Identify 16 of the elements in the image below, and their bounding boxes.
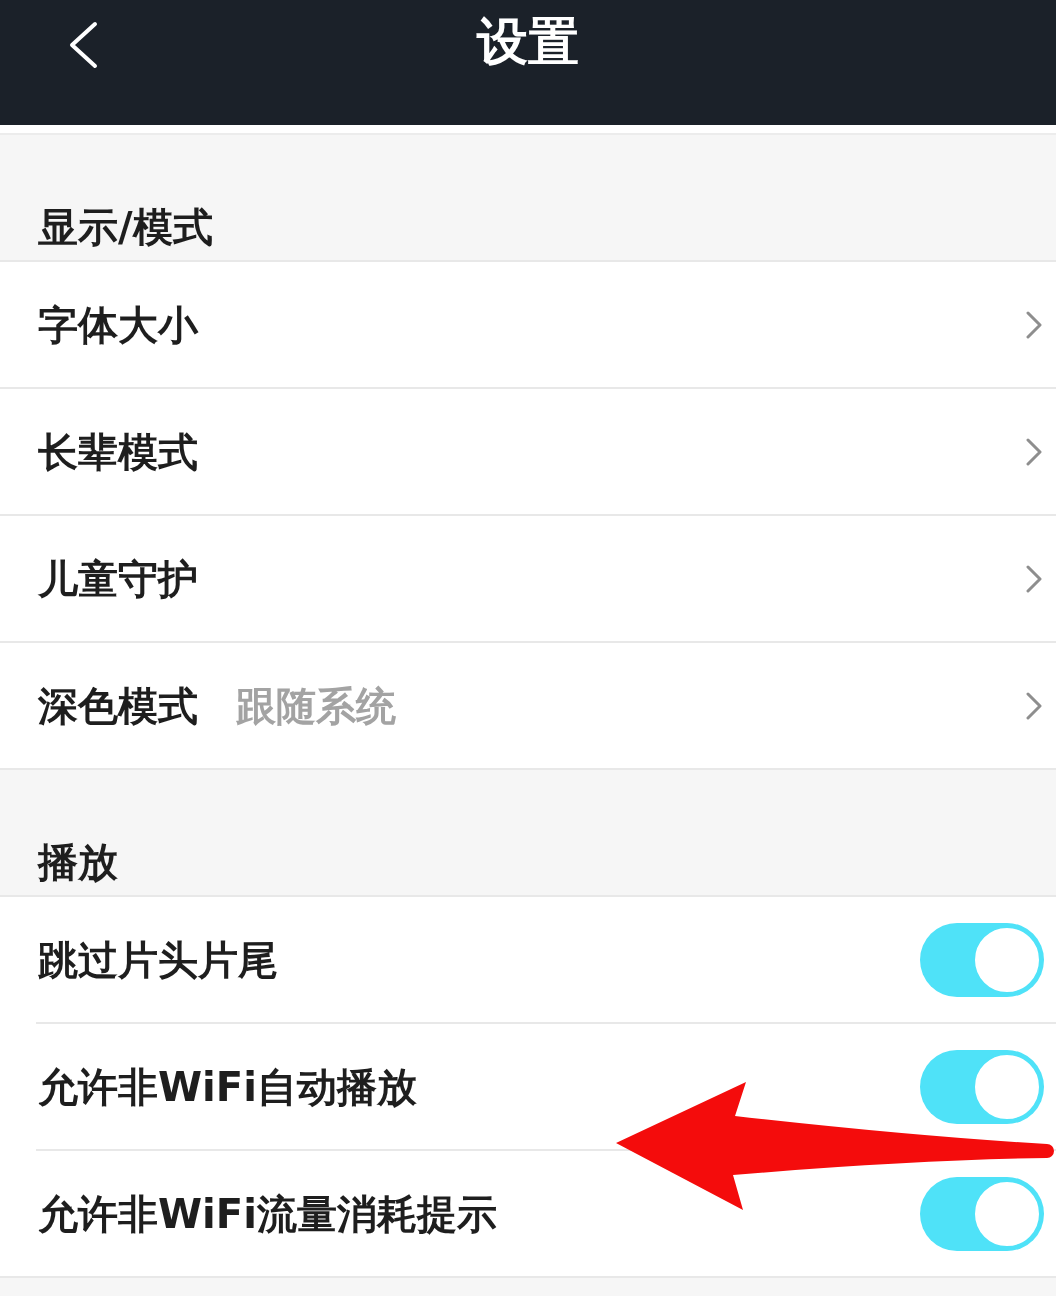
chevron-right-icon: [1026, 437, 1042, 466]
row-label: 允许非WiFi自动播放: [38, 1062, 417, 1112]
chevron-left-icon: [68, 21, 98, 69]
row-label: 长辈模式: [38, 427, 198, 477]
row-value: 跟随系统: [236, 681, 396, 731]
row-label: 儿童守护: [38, 554, 198, 604]
chevron-right-icon: [1026, 564, 1042, 593]
page-title: 设置: [477, 11, 579, 72]
section-title: 播放: [38, 838, 118, 887]
chevron-right-icon: [1026, 691, 1042, 720]
row-label: 字体大小: [38, 300, 198, 350]
row-label: 允许非WiFi流量消耗提示: [38, 1189, 497, 1239]
row-label: 深色模式: [38, 681, 198, 731]
section-title: 显示/模式: [38, 203, 213, 252]
chevron-right-icon: [1026, 310, 1042, 339]
row-label: 跳过片头片尾: [38, 935, 278, 985]
